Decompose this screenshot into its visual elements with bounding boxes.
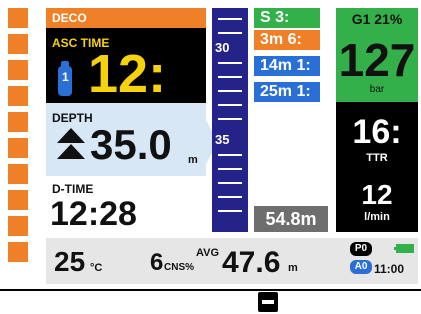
- depth-label: DEPTH: [52, 111, 93, 125]
- p0-badge: P0: [350, 242, 372, 256]
- scale-tick: [218, 62, 242, 64]
- scale-tick: [218, 196, 242, 198]
- avg-depth-value: 47.6: [222, 246, 281, 279]
- ttr-value: 16:: [352, 113, 402, 151]
- avg-depth-label: AVG: [196, 247, 220, 259]
- ladder-rung: [8, 8, 28, 28]
- ascending-arrow-icon: [57, 128, 85, 159]
- temperature-value: 25: [54, 246, 86, 277]
- ladder-rung: [8, 242, 28, 262]
- scale-tick: [218, 210, 242, 212]
- ladder-rung: [8, 60, 28, 80]
- scale-label-35: 35: [214, 132, 231, 147]
- ladder-rung: [8, 164, 28, 184]
- tank-pressure-unit: bar: [369, 84, 385, 95]
- avg-depth-unit: m: [288, 262, 298, 274]
- scale-tick: [218, 104, 242, 106]
- scale-tick: [218, 118, 242, 120]
- depth-value: 35.0: [90, 121, 172, 168]
- cns-unit: CNS%: [164, 262, 195, 273]
- cns-value: 6: [150, 249, 164, 276]
- bottom-divider: [0, 289, 421, 291]
- gas-label: G1 21%: [336, 8, 418, 30]
- minus-icon: [262, 300, 274, 304]
- ladder-rung: [8, 216, 28, 236]
- dive-time-label: D-TIME: [52, 182, 94, 196]
- scale-tick: [218, 168, 242, 170]
- scale-tick: [218, 90, 242, 92]
- tank-number: 1: [62, 70, 69, 84]
- tank-pressure-value: 127: [338, 34, 416, 86]
- ascent-time-value: 12:: [88, 44, 167, 104]
- deco-label: DECO: [52, 11, 87, 25]
- ladder-rung: [8, 86, 28, 106]
- scale-tick: [218, 76, 242, 78]
- ladder-rung: [8, 34, 28, 54]
- ttr-label: TTR: [366, 152, 388, 164]
- battery-icon: [396, 244, 414, 253]
- a0-badge: A0: [350, 260, 372, 274]
- dive-time-value: 12:28: [50, 195, 137, 233]
- stop-25m: 25m 1:: [254, 82, 320, 102]
- scale-tick: [218, 18, 242, 20]
- max-depth: 54.8m: [254, 206, 328, 232]
- sac-rate-unit: l/min: [364, 211, 390, 223]
- depth-scale: 30 35: [212, 8, 248, 232]
- scale-tick: [218, 154, 242, 156]
- stop-surface: S 3:: [254, 8, 320, 28]
- scale-tick: [218, 32, 242, 34]
- ladder-rung: [8, 112, 28, 132]
- scale-label-30: 30: [214, 40, 231, 55]
- ladder-rung: [8, 138, 28, 158]
- stop-3m: 3m 6:: [254, 30, 320, 50]
- sac-rate-value: 12: [361, 179, 393, 210]
- scale-tick: [218, 182, 242, 184]
- stop-14m: 14m 1:: [254, 56, 320, 76]
- ascent-rate-ladder: [8, 8, 28, 268]
- depth-unit: m: [188, 154, 198, 166]
- ladder-rung: [8, 190, 28, 210]
- clock-time: 11:00: [374, 262, 405, 276]
- temperature-unit: °C: [90, 262, 103, 274]
